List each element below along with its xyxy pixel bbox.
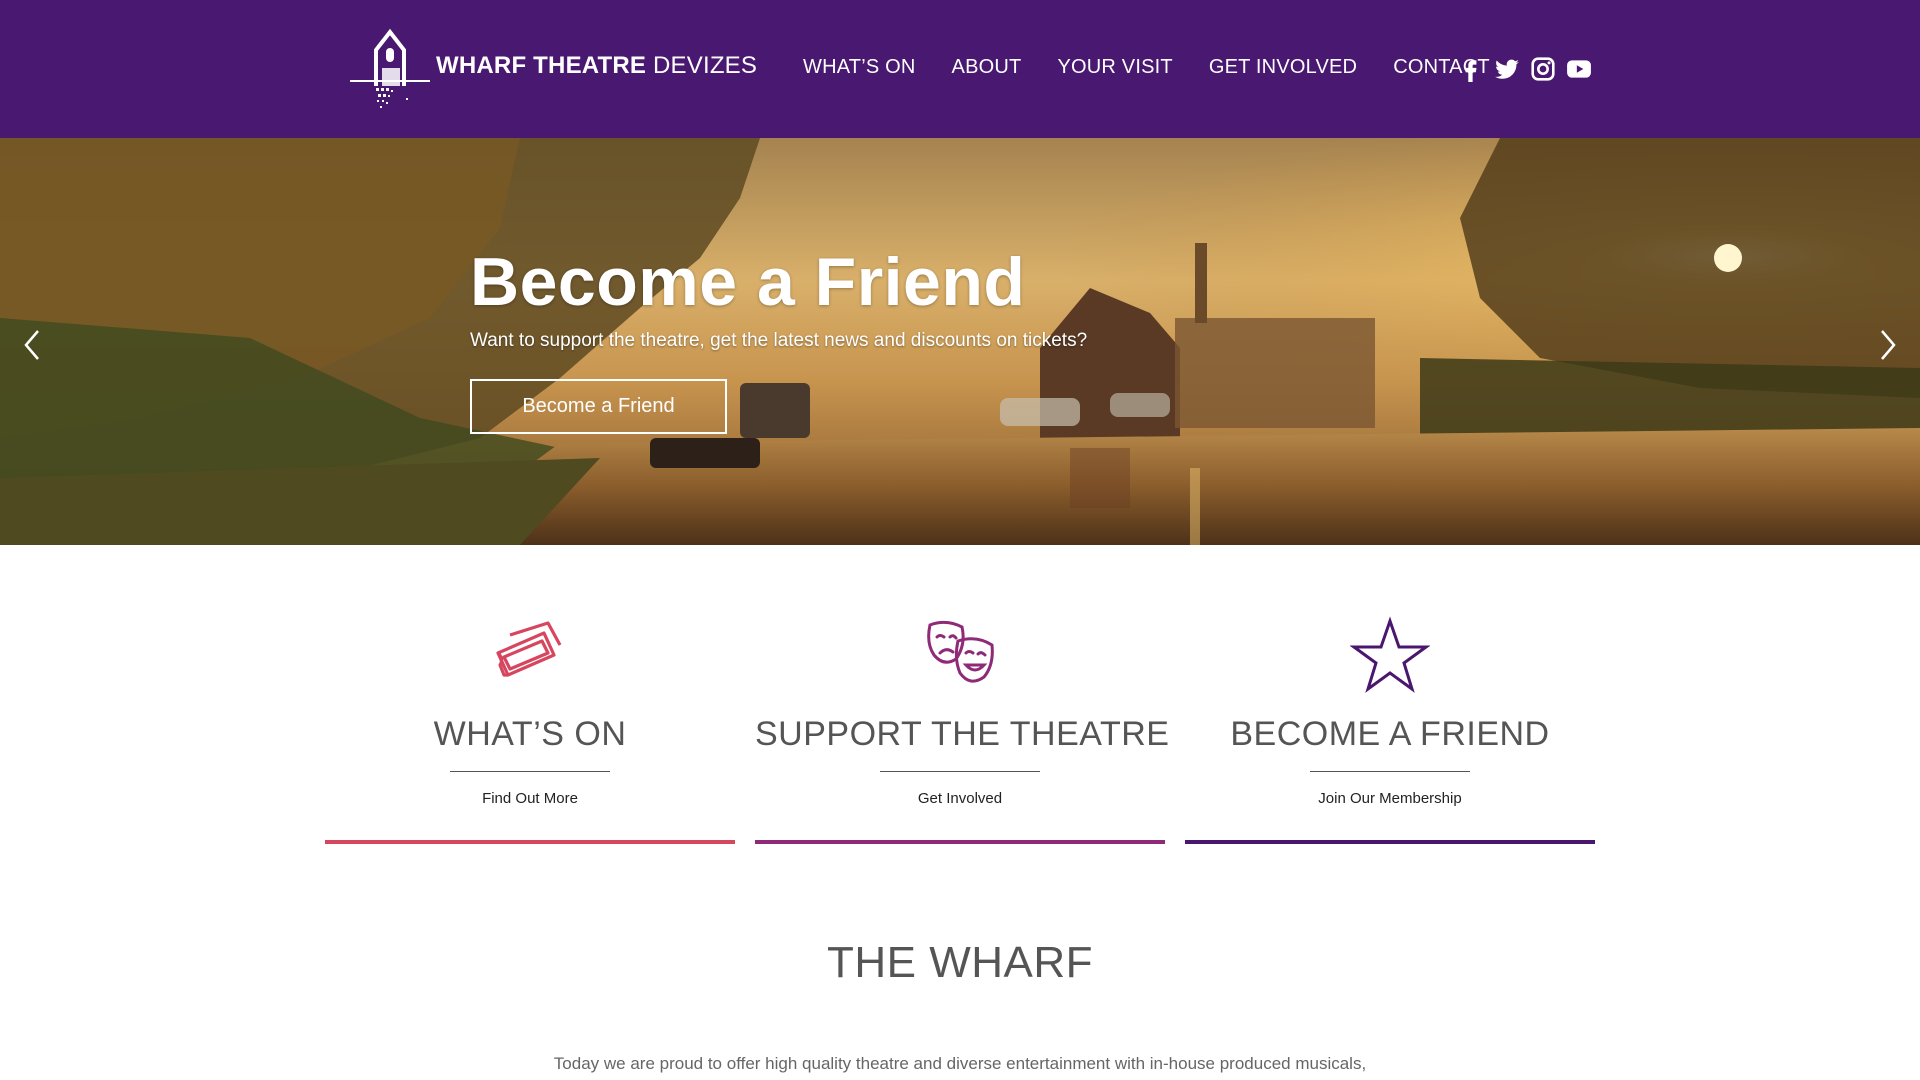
hero-slider: Become a Friend Want to support the thea… [0,138,1920,545]
card-title: WHAT’S ON [433,715,627,753]
nav-item-your-visit[interactable]: YOUR VISIT [1057,56,1172,79]
site-logo[interactable]: WHARF THEATRE DEVIZES [350,28,757,110]
site-name: WHARF THEATRE DEVIZES [436,52,757,80]
card-accent-bar [755,840,1165,844]
youtube-icon[interactable] [1566,56,1592,82]
main-nav: WHAT’S ON ABOUT YOUR VISIT GET INVOLVED … [803,56,1526,79]
card-divider [1310,771,1470,772]
star-icon [1349,615,1431,695]
card-divider [450,771,610,772]
slider-prev-arrow-icon[interactable] [20,328,44,362]
card-link[interactable]: Find Out More [325,790,735,807]
site-header: WHARF THEATRE DEVIZES WHAT’S ON ABOUT YO… [0,0,1920,138]
site-name-bold: WHARF THEATRE [436,52,647,79]
card-divider [880,771,1040,772]
card-accent-bar [1185,840,1595,844]
card-accent-bar [325,840,735,844]
instagram-icon[interactable] [1530,56,1556,82]
theatre-masks-icon [920,615,1000,695]
hero-title: Become a Friend [470,244,1026,320]
nav-item-get-involved[interactable]: GET INVOLVED [1209,56,1357,79]
nav-item-about[interactable]: ABOUT [952,56,1022,79]
section-intro-text: Today we are proud to offer high quality… [553,1054,1367,1073]
social-links [1458,56,1592,82]
card-title: SUPPORT THE THEATRE [755,715,1170,753]
become-friend-button[interactable]: Become a Friend [470,379,727,434]
twitter-icon[interactable] [1494,56,1520,82]
card-link[interactable]: Get Involved [755,790,1165,807]
slider-next-arrow-icon[interactable] [1876,328,1900,362]
facebook-icon[interactable] [1458,56,1484,82]
nav-item-whats-on[interactable]: WHAT’S ON [803,56,916,79]
card-title: BECOME A FRIEND [1230,715,1550,753]
card-whats-on[interactable]: WHAT’S ON Find Out More [325,615,735,845]
tickets-icon [490,615,570,695]
hero-subtitle: Want to support the theatre, get the lat… [470,330,1088,351]
card-support-theatre[interactable]: SUPPORT THE THEATRE Get Involved [755,615,1170,845]
site-name-light: DEVIZES [646,52,758,79]
card-become-friend[interactable]: BECOME A FRIEND Join Our Membership [1185,615,1595,845]
theatre-building-logo-icon [350,28,430,108]
card-link[interactable]: Join Our Membership [1185,790,1595,807]
section-title: THE WHARF [826,938,1094,987]
